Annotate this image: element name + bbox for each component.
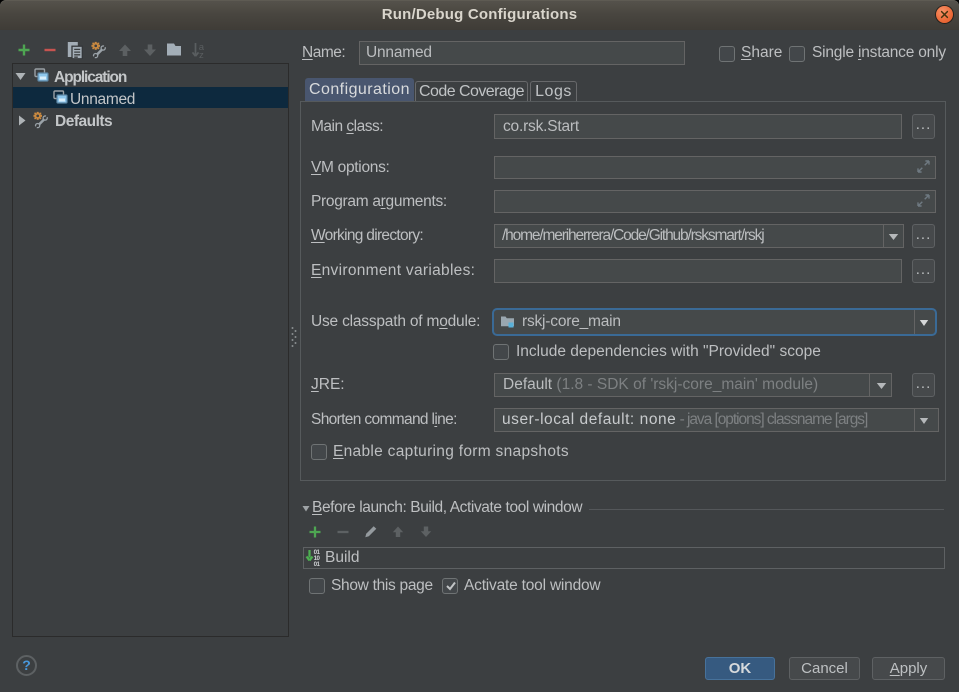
svg-text:01: 01 bbox=[314, 561, 321, 568]
svg-text:z: z bbox=[199, 50, 204, 61]
